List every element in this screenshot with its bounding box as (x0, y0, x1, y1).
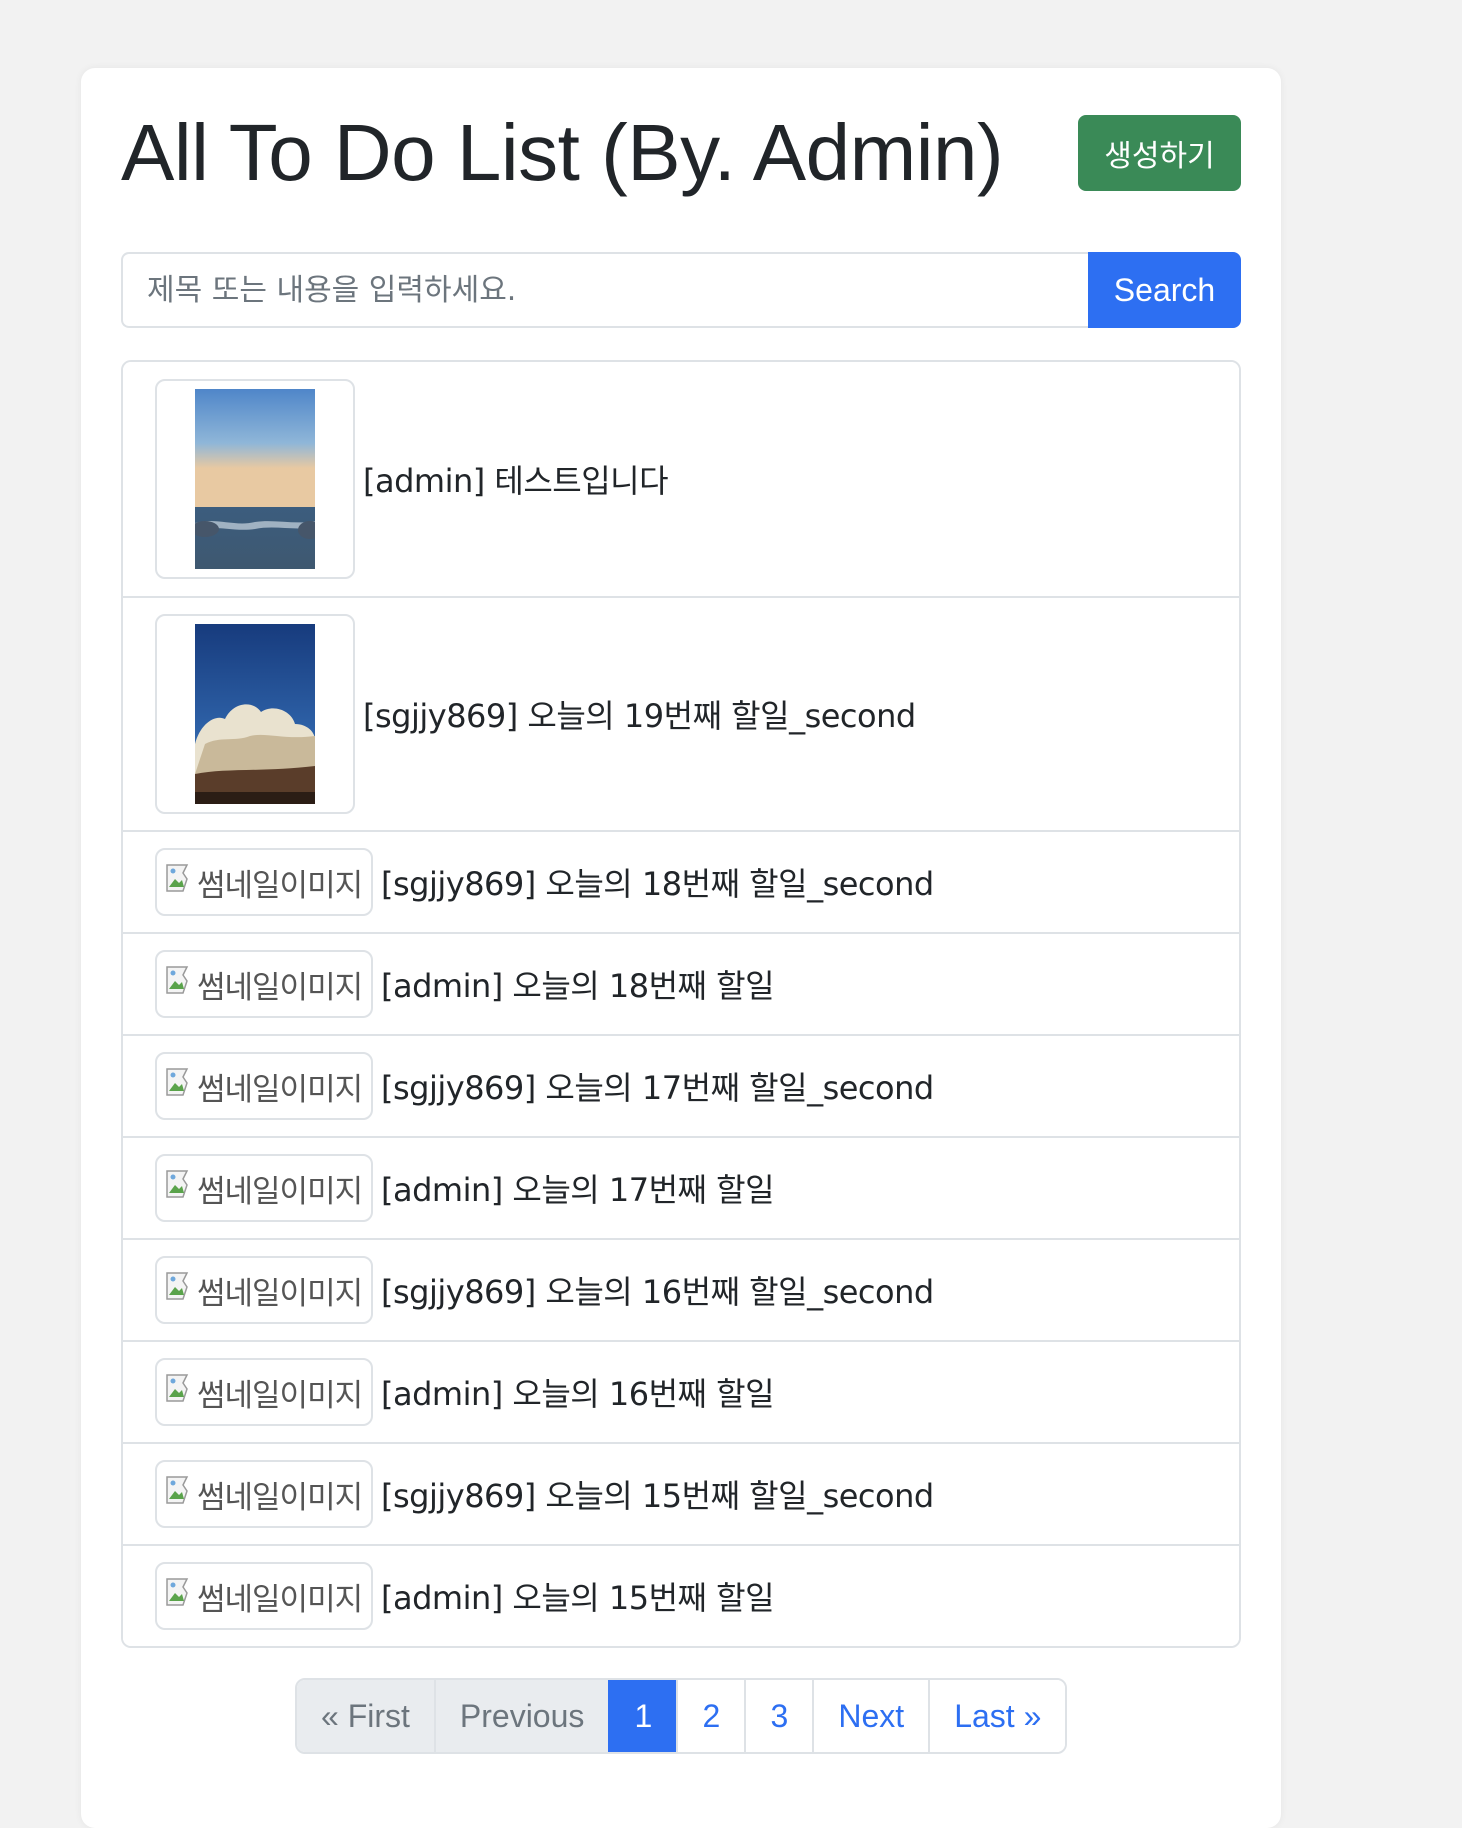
pagination: « First Previous 1 2 3 Next Last » (295, 1678, 1068, 1754)
item-title[interactable]: [sgjjy869] 오늘의 18번째 할일_second (381, 859, 934, 905)
todo-list: [admin] 테스트입니다 [sgjjy869] 오늘의 19번째 할일_se… (121, 360, 1241, 1648)
broken-image-icon (166, 966, 189, 994)
thumbnail-frame[interactable]: 썸네일이미지 (155, 1562, 373, 1630)
item-title[interactable]: [sgjjy869] 오늘의 17번째 할일_second (381, 1063, 934, 1109)
item-title[interactable]: [sgjjy869] 오늘의 15번째 할일_second (381, 1471, 934, 1517)
list-item[interactable]: 썸네일이미지 [admin] 오늘의 16번째 할일 (123, 1340, 1239, 1442)
page-previous-button[interactable]: Previous (433, 1680, 609, 1752)
create-button[interactable]: 생성하기 (1078, 115, 1241, 191)
todo-card: All To Do List (By. Admin) 생성하기 Search (81, 68, 1281, 1828)
list-item[interactable]: 썸네일이미지 [sgjjy869] 오늘의 15번째 할일_second (123, 1442, 1239, 1544)
page-3-button[interactable]: 3 (744, 1680, 813, 1752)
thumbnail-frame[interactable]: 썸네일이미지 (155, 1052, 373, 1120)
page-first-button[interactable]: « First (297, 1680, 434, 1752)
item-title[interactable]: [admin] 테스트입니다 (363, 456, 669, 502)
list-item[interactable]: [sgjjy869] 오늘의 19번째 할일_second (123, 596, 1239, 830)
thumbnail-frame[interactable] (155, 379, 355, 579)
broken-image-icon (166, 1068, 189, 1096)
page-title: All To Do List (By. Admin) (121, 108, 1004, 197)
thumbnail-alt-text: 썸네일이미지 (197, 1377, 363, 1414)
search-button[interactable]: Search (1088, 252, 1241, 328)
list-item[interactable]: 썸네일이미지 [admin] 오늘의 17번째 할일 (123, 1136, 1239, 1238)
page-last-button[interactable]: Last » (928, 1680, 1066, 1752)
list-item[interactable]: 썸네일이미지 [sgjjy869] 오늘의 17번째 할일_second (123, 1034, 1239, 1136)
list-item[interactable]: [admin] 테스트입니다 (123, 362, 1239, 596)
item-title[interactable]: [admin] 오늘의 18번째 할일 (381, 961, 775, 1007)
thumbnail-frame[interactable]: 썸네일이미지 (155, 1154, 373, 1222)
broken-image-icon (166, 864, 189, 892)
thumbnail-alt-text: 썸네일이미지 (197, 867, 363, 904)
broken-image-icon (166, 1374, 189, 1402)
search-input[interactable] (121, 252, 1088, 328)
thumbnail-alt-text: 썸네일이미지 (197, 1479, 363, 1516)
item-title[interactable]: [sgjjy869] 오늘의 16번째 할일_second (381, 1267, 934, 1313)
thumbnail-frame[interactable] (155, 614, 355, 814)
sea-horizon-photo (195, 389, 315, 569)
thumbnail-alt-text: 썸네일이미지 (197, 969, 363, 1006)
thumbnail-alt-text: 썸네일이미지 (197, 1275, 363, 1312)
item-title[interactable]: [sgjjy869] 오늘의 19번째 할일_second (363, 691, 916, 737)
page-2-button[interactable]: 2 (676, 1680, 745, 1752)
item-title[interactable]: [admin] 오늘의 16번째 할일 (381, 1369, 775, 1415)
thumbnail-alt-text: 썸네일이미지 (197, 1581, 363, 1618)
search-bar: Search (121, 252, 1241, 328)
broken-image-icon (166, 1476, 189, 1504)
thumbnail-frame[interactable]: 썸네일이미지 (155, 1256, 373, 1324)
sky-clouds-photo (195, 624, 315, 804)
thumbnail-frame[interactable]: 썸네일이미지 (155, 950, 373, 1018)
list-item[interactable]: 썸네일이미지 [sgjjy869] 오늘의 18번째 할일_second (123, 830, 1239, 932)
header: All To Do List (By. Admin) 생성하기 (121, 108, 1241, 198)
broken-image-icon (166, 1170, 189, 1198)
thumbnail-frame[interactable]: 썸네일이미지 (155, 1460, 373, 1528)
thumbnail-alt-text: 썸네일이미지 (197, 1071, 363, 1108)
item-title[interactable]: [admin] 오늘의 15번째 할일 (381, 1573, 775, 1619)
item-title[interactable]: [admin] 오늘의 17번째 할일 (381, 1165, 775, 1211)
page-next-button[interactable]: Next (812, 1680, 929, 1752)
list-item[interactable]: 썸네일이미지 [admin] 오늘의 15번째 할일 (123, 1544, 1239, 1646)
list-item[interactable]: 썸네일이미지 [sgjjy869] 오늘의 16번째 할일_second (123, 1238, 1239, 1340)
broken-image-icon (166, 1578, 189, 1606)
thumbnail-frame[interactable]: 썸네일이미지 (155, 1358, 373, 1426)
list-item[interactable]: 썸네일이미지 [admin] 오늘의 18번째 할일 (123, 932, 1239, 1034)
thumbnail-alt-text: 썸네일이미지 (197, 1173, 363, 1210)
thumbnail-frame[interactable]: 썸네일이미지 (155, 848, 373, 916)
page-1-button[interactable]: 1 (608, 1680, 677, 1752)
broken-image-icon (166, 1272, 189, 1300)
